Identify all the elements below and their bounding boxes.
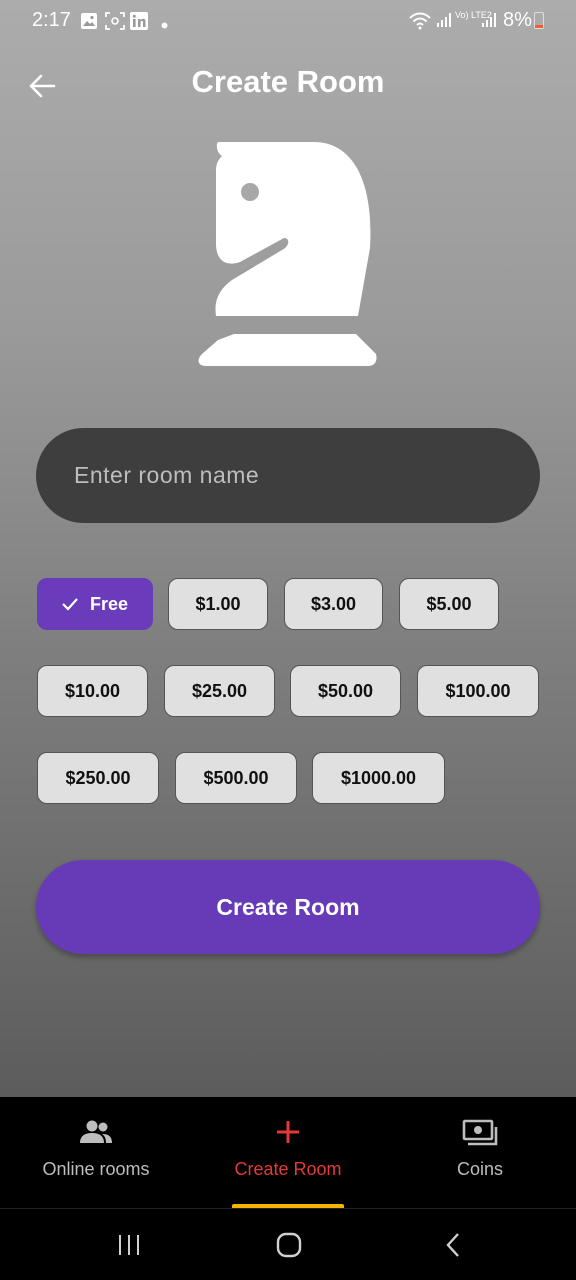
recents-icon [119,1235,139,1255]
signal-icon [481,12,497,33]
price-chip-250[interactable]: $250.00 [37,752,159,804]
nav-coins[interactable]: Coins [384,1097,576,1207]
money-icon [384,1119,576,1149]
chip-label: $5.00 [426,593,472,614]
bottom-navigation: Online rooms Create Room Coins [0,1097,576,1207]
create-room-button[interactable]: Create Room [36,860,540,954]
linkedin-icon [130,12,148,35]
page-title: Create Room [191,64,385,99]
battery-percent: 8% [503,9,532,31]
battery-icon [534,12,544,29]
price-chip-50[interactable]: $50.00 [290,665,401,717]
room-name-input[interactable] [36,428,540,523]
chess-knight-icon [194,140,382,372]
recent-apps-button[interactable] [112,1227,146,1263]
wifi-icon [408,12,432,35]
nav-online-rooms[interactable]: Online rooms [0,1097,192,1207]
chip-label: $25.00 [191,680,248,701]
home-button[interactable] [272,1227,306,1263]
price-chip-3[interactable]: $3.00 [284,578,383,630]
screenshot-icon [105,12,125,35]
chip-label: $100.00 [445,680,511,701]
chip-label: $1000.00 [340,767,417,788]
chip-label: $3.00 [310,593,357,614]
nav-label: Online rooms [42,1159,150,1179]
nav-label: Create Room [234,1159,342,1179]
system-navigation-bar [0,1208,576,1280]
chip-label: $1.00 [195,593,241,614]
nav-label: Coins [456,1159,504,1179]
price-chip-1000[interactable]: $1000.00 [312,752,445,804]
dot-icon [161,16,168,34]
plus-icon [192,1119,384,1149]
price-chip-5[interactable]: $5.00 [399,578,499,630]
chevron-left-icon [446,1233,459,1257]
price-chip-25[interactable]: $25.00 [164,665,275,717]
chip-label: $10.00 [64,680,121,701]
price-chip-free[interactable]: Free [37,578,153,630]
signal-icon [436,12,452,33]
price-chip-10[interactable]: $10.00 [37,665,148,717]
home-icon [276,1232,302,1258]
chip-label: Free [89,593,129,614]
people-icon [0,1119,192,1149]
price-chip-500[interactable]: $500.00 [175,752,297,804]
nav-create-room[interactable]: Create Room [192,1097,384,1207]
chip-label: $50.00 [317,680,374,701]
price-chip-100[interactable]: $100.00 [417,665,539,717]
chip-label: $500.00 [203,767,269,788]
screen: 2:17 Vo) LTE2 8% Create Room Enter room … [0,0,576,1097]
chip-label: $250.00 [65,767,131,788]
back-system-button[interactable] [436,1227,470,1263]
gallery-icon [80,12,98,35]
status-time: 2:17 [32,9,71,31]
check-icon [62,597,78,611]
status-bar: 2:17 Vo) LTE2 8% [0,0,576,44]
price-chip-1[interactable]: $1.00 [168,578,268,630]
create-room-label: Create Room [216,893,360,920]
